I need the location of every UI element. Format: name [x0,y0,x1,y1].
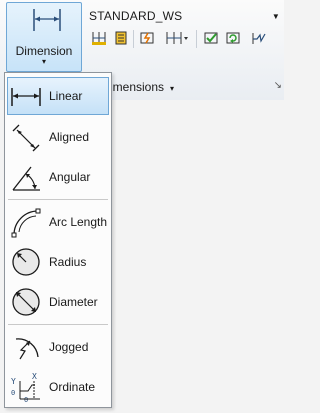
linear-dimension-icon [33,9,61,31]
menu-item-label: Diameter [49,295,98,309]
dimension-split-button[interactable]: Dimension ▾ [6,2,82,72]
menu-item-jogged[interactable]: Jogged [7,328,109,366]
dimension-dropdown-menu: Linear Aligned Angular Arc Length Radius… [4,72,112,408]
chevron-down-icon[interactable]: ▾ [7,58,81,66]
dim-break-icon[interactable] [136,28,158,48]
menu-item-arc-length[interactable]: Arc Length [7,203,109,241]
toolbar-separator [196,30,197,48]
jogged-dimension-icon [15,338,39,360]
svg-text:Y: Y [11,377,16,386]
toolbar-separator [133,30,134,48]
menu-item-diameter[interactable]: Diameter [7,283,109,321]
dim-inspect-icon[interactable] [200,28,222,48]
dim-jogged-linear-icon[interactable] [248,28,270,48]
dim-update-icon[interactable] [222,28,244,48]
dim-space-icon[interactable] [110,28,132,48]
svg-text:0: 0 [11,389,15,397]
arc-length-dimension-icon [11,208,41,238]
menu-item-angular[interactable]: Angular [7,158,109,196]
dimension-button-label: Dimension [15,44,73,58]
panel-title-label: imensions [110,80,165,94]
aligned-dimension-icon [12,124,40,152]
chevron-down-icon[interactable]: ▼ [272,12,280,21]
menu-item-label: Linear [49,89,83,103]
linear-dimension-icon [11,88,41,106]
dialog-launcher-icon[interactable]: ↘ [274,80,282,91]
diameter-dimension-icon [12,288,40,316]
angular-dimension-icon [12,166,40,191]
ordinate-dimension-icon: Y X 0 0 [11,372,40,403]
dim-style-select[interactable]: STANDARD_WS ▼ [86,7,284,25]
dim-style-value: STANDARD_WS [89,9,183,23]
menu-item-label: Angular [49,170,91,184]
menu-separator [8,199,108,200]
dim-continue-icon[interactable] [88,28,110,48]
radius-dimension-icon [12,248,40,276]
menu-separator [8,324,108,325]
menu-item-radius[interactable]: Radius [7,243,109,281]
svg-text:X: X [32,372,37,381]
menu-item-label: Ordinate [49,380,96,394]
chevron-down-icon: ▾ [170,84,175,93]
menu-item-label: Aligned [49,130,90,144]
menu-item-linear[interactable]: Linear [7,77,109,115]
menu-item-label: Arc Length [49,215,108,229]
menu-item-label: Radius [49,255,87,269]
menu-item-label: Jogged [49,340,89,354]
dim-linear-baseline-icon[interactable] [162,28,192,48]
panel-title[interactable]: imensions ▾ [110,80,174,94]
menu-item-ordinate[interactable]: Y X 0 0 Ordinate [7,368,109,406]
menu-item-aligned[interactable]: Aligned [7,118,109,156]
